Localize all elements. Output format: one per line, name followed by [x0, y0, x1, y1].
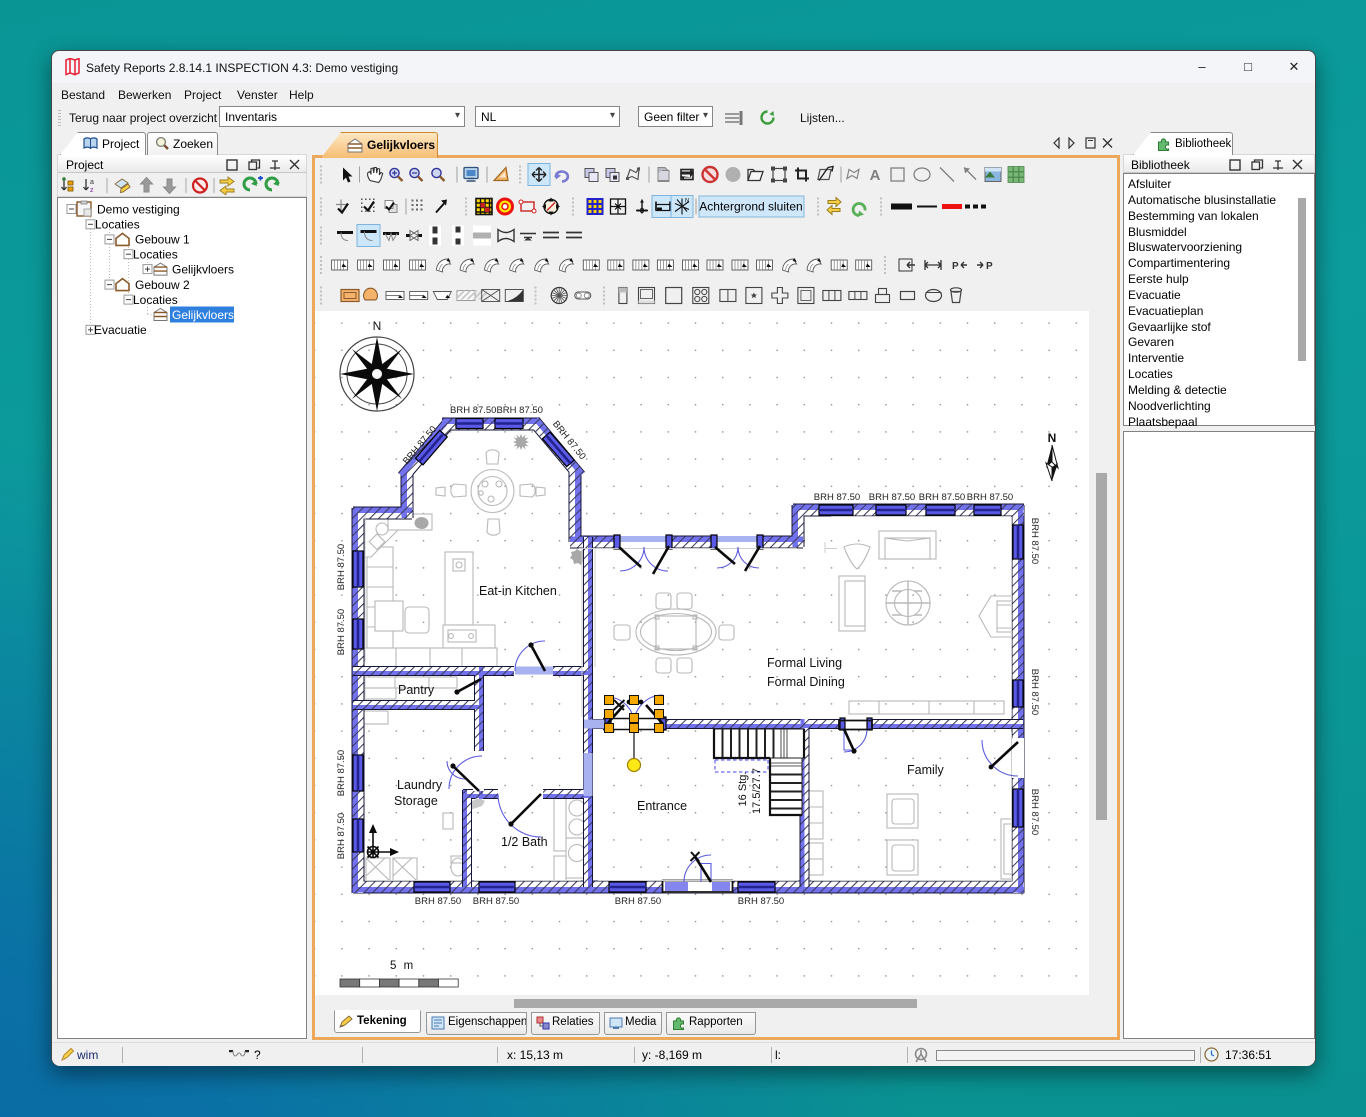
svg-text:Locaties: Locaties: [133, 293, 178, 307]
svg-text:BRH 87.50: BRH 87.50: [738, 896, 784, 907]
svg-text:A: A: [870, 167, 881, 184]
svg-text:Laundry: Laundry: [397, 778, 443, 792]
svg-text:Evacuatie: Evacuatie: [94, 323, 147, 337]
svg-text:Gelijkvloers: Gelijkvloers: [172, 262, 234, 276]
svg-text:P: P: [952, 261, 959, 272]
svg-text:BRH 87.50: BRH 87.50: [336, 750, 347, 796]
svg-text:BRH 87.50: BRH 87.50: [1029, 518, 1040, 564]
svg-text:BRH 87.50: BRH 87.50: [615, 896, 661, 907]
svg-text:N: N: [373, 319, 382, 333]
svg-text:5 m: 5 m: [390, 960, 415, 972]
svg-text:BRH 87.50: BRH 87.50: [869, 492, 915, 503]
svg-text:BRH 87.50BRH 87.50: BRH 87.50BRH 87.50: [450, 405, 543, 416]
svg-text:BRH 87.50: BRH 87.50: [336, 609, 347, 655]
svg-text:1/2 Bath: 1/2 Bath: [501, 835, 548, 849]
svg-text:BRH 87.50: BRH 87.50: [814, 492, 860, 503]
svg-text:Formal Dining: Formal Dining: [767, 675, 845, 689]
svg-text:Entrance: Entrance: [637, 799, 687, 813]
svg-text:BRH 87.50: BRH 87.50: [336, 544, 347, 590]
svg-text:BRH 87.50: BRH 87.50: [415, 896, 461, 907]
svg-text:N: N: [685, 199, 689, 205]
svg-text:N: N: [1048, 431, 1057, 445]
svg-text:Locaties: Locaties: [133, 248, 178, 262]
svg-text:BRH 87.50: BRH 87.50: [1029, 669, 1040, 715]
svg-text:Family: Family: [907, 763, 945, 777]
svg-text:P: P: [986, 261, 993, 272]
svg-text:16 Stg.: 16 Stg.: [737, 772, 749, 807]
svg-text:17.5/27.7: 17.5/27.7: [751, 768, 763, 814]
svg-text:Storage: Storage: [394, 794, 438, 808]
svg-text:Eat-in Kitchen: Eat-in Kitchen: [479, 584, 557, 598]
svg-text:Gelijkvloers: Gelijkvloers: [172, 308, 234, 322]
svg-text:BRH 87.50: BRH 87.50: [967, 492, 1013, 503]
svg-text:BRH 87.50: BRH 87.50: [1029, 789, 1040, 835]
svg-text:Locaties: Locaties: [95, 218, 140, 232]
svg-text:BRH 87.50: BRH 87.50: [473, 896, 519, 907]
svg-text:BRH 87.50: BRH 87.50: [919, 492, 965, 503]
svg-text:z: z: [90, 187, 94, 194]
svg-text:Formal Living: Formal Living: [767, 656, 842, 670]
svg-text:Gebouw 1: Gebouw 1: [135, 233, 190, 247]
svg-text:Pantry: Pantry: [398, 683, 435, 697]
svg-text:Achtergrond sluiten: Achtergrond sluiten: [699, 200, 802, 214]
svg-text:Demo vestiging: Demo vestiging: [97, 202, 180, 216]
svg-text:Gebouw 2: Gebouw 2: [135, 278, 190, 292]
svg-text:BRH 87.50: BRH 87.50: [336, 813, 347, 859]
svg-text:a: a: [90, 179, 94, 186]
